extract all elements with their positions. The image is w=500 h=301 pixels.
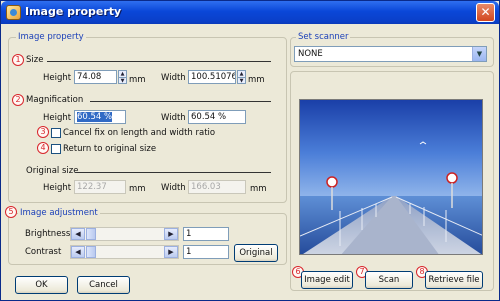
magnification-height-value: 60.54 % [77,112,113,122]
image-property-legend: Image property [16,32,86,42]
original-height-unit: mm [129,184,146,194]
badge-1: 1 [12,54,24,66]
scroll-left-icon[interactable]: ◀ [71,246,85,258]
ok-button[interactable]: OK [15,276,68,294]
contrast-slider[interactable]: ◀ ▶ [70,245,179,259]
badge-2: 2 [12,94,24,106]
original-size-divider [75,172,271,173]
original-width-label: Width [161,183,186,193]
size-width-input[interactable]: 100.5107652 [188,70,236,84]
contrast-label: Contrast [25,247,62,257]
image-adjustment-legend: Image adjustment [18,208,100,218]
spin-down-icon[interactable]: ▼ [119,77,126,84]
size-height-label: Height [43,73,72,83]
magnification-divider [90,101,271,102]
original-button[interactable]: Original [234,244,278,262]
brightness-slider-thumb[interactable] [86,228,96,240]
title-bar[interactable]: Image property ✕ [1,1,499,24]
scroll-right-icon[interactable]: ▶ [164,246,178,258]
original-height-input: 122.37 [74,180,126,194]
size-width-unit: mm [248,75,265,85]
cancel-fix-label[interactable]: Cancel fix on length and width ratio [63,128,215,139]
cancel-button[interactable]: Cancel [77,276,130,294]
contrast-slider-thumb[interactable] [86,246,96,258]
size-width-stepper[interactable]: ▲ ▼ [237,70,246,84]
magnification-height-input[interactable]: 60.54 % [74,110,126,124]
cancel-fix-checkbox[interactable] [51,128,61,138]
scroll-right-icon[interactable]: ▶ [164,228,178,240]
image-property-dialog: Image property ✕ Image property 1 Size H… [0,0,500,301]
badge-3: 3 [37,126,49,138]
brightness-slider[interactable]: ◀ ▶ [70,227,179,241]
spin-down-icon[interactable]: ▼ [238,77,245,84]
return-original-checkbox[interactable] [51,144,61,154]
magnification-label: Magnification [26,95,84,105]
badge-5: 5 [5,206,17,218]
original-height-label: Height [43,183,72,193]
close-button[interactable]: ✕ [476,3,495,22]
chevron-down-icon[interactable]: ▼ [472,47,486,61]
brightness-label: Brightness [25,229,71,239]
magnification-width-label: Width [161,113,186,123]
size-divider [47,61,271,62]
size-height-stepper[interactable]: ▲ ▼ [118,70,127,84]
contrast-input[interactable]: 1 [183,245,229,259]
window-title: Image property [25,5,122,18]
magnification-width-input[interactable]: 60.54 % [188,110,246,124]
size-height-unit: mm [129,75,146,85]
return-original-label[interactable]: Return to original size [63,144,156,155]
scanner-select[interactable]: NONE ▼ [294,46,487,62]
scan-button[interactable]: Scan [365,271,413,289]
set-scanner-legend: Set scanner [296,32,351,42]
size-height-input[interactable]: 74.08 [74,70,117,84]
image-edit-button[interactable]: Image edit [301,271,353,289]
magnification-height-label: Height [43,113,72,123]
image-preview [299,99,483,255]
original-width-input: 166.03 [188,180,246,194]
retrieve-file-button[interactable]: Retrieve file [425,271,483,289]
size-width-label: Width [161,73,186,83]
original-width-unit: mm [250,184,267,194]
scanner-select-value: NONE [298,49,323,59]
original-size-label: Original size [26,166,79,176]
pier-photo-icon [300,100,482,254]
app-icon [6,5,21,20]
brightness-input[interactable]: 1 [183,227,229,241]
scroll-left-icon[interactable]: ◀ [71,228,85,240]
badge-4: 4 [37,142,49,154]
size-label: Size [26,55,44,65]
